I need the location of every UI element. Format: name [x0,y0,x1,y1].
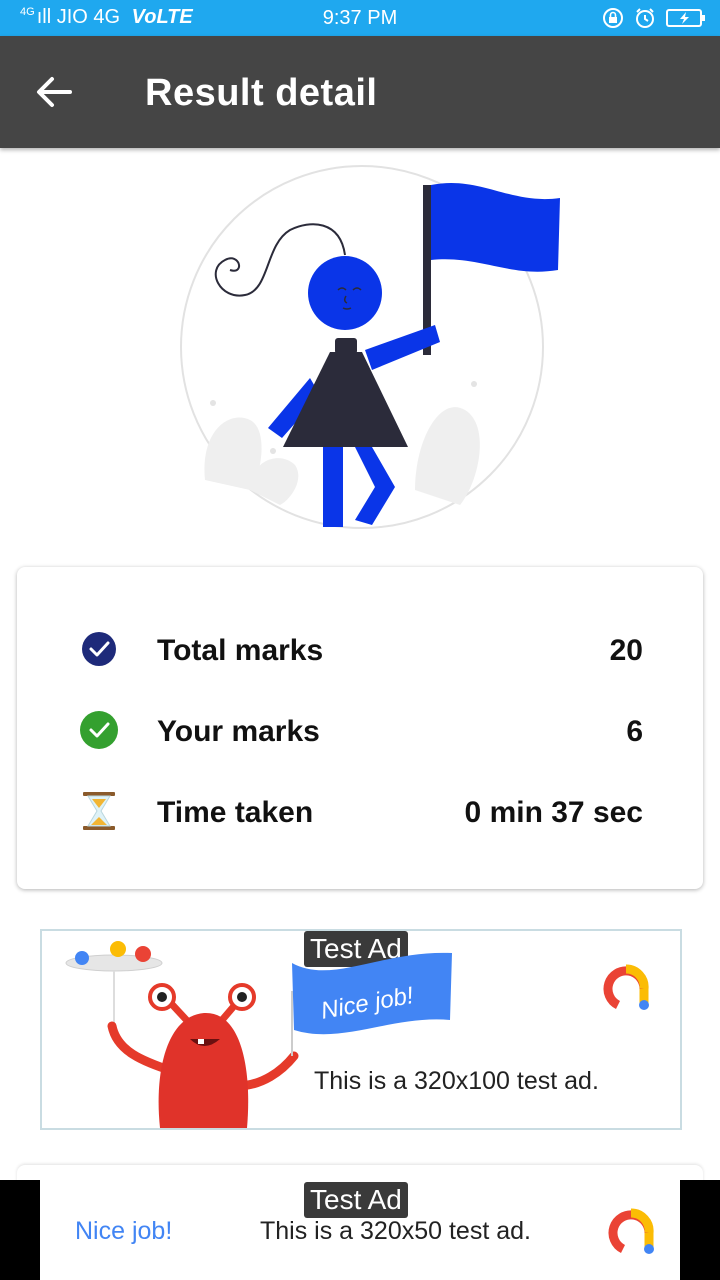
lock-rotation-icon [603,8,623,28]
banner-test-ad-tag: Test Ad [304,1182,408,1218]
arrow-left-icon[interactable] [34,72,74,112]
admob-logo-icon [608,1208,654,1254]
hourglass-icon [83,792,115,830]
ad-large-text: This is a 320x100 test ad. [314,1067,599,1095]
ad-monster-illustration [65,941,299,1128]
test-ad-banner-large[interactable]: Test Ad Nice job! This is a 320x100 test… [40,929,682,1130]
alarm-icon [636,8,654,28]
banner-nice-job: Nice job! [75,1217,173,1245]
admob-logo-icon [603,964,649,1010]
test-ad-banner-small[interactable]: Nice job! This is a 320x50 test ad. Test… [0,1180,720,1280]
battery-charging-icon [666,9,705,27]
app-bar: Result detail [0,36,720,148]
check-circle-green-icon [80,711,118,749]
celebration-illustration [180,165,560,529]
total-marks-row: Total marks 20 [17,624,703,674]
total-marks-value: 20 [609,634,643,667]
result-card: Total marks 20 Your marks 6 Time taken 0… [17,567,703,889]
status-icons [602,6,706,30]
your-marks-label: Your marks [157,715,320,748]
time-taken-label: Time taken [157,796,314,829]
page-title: Result detail [145,72,378,114]
nice-job-flag: Nice job! [292,952,452,1035]
check-circle-navy-icon [82,632,116,666]
status-bar: 4G ıll JIO 4G VoLTE 9:37 PM [0,0,720,36]
banner-ad-text: This is a 320x50 test ad. [260,1217,531,1245]
time-taken-row: Time taken 0 min 37 sec [17,786,703,836]
your-marks-row: Your marks 6 [17,705,703,755]
time-taken-value: 0 min 37 sec [464,796,643,829]
total-marks-label: Total marks [157,634,324,667]
your-marks-value: 6 [626,715,643,748]
